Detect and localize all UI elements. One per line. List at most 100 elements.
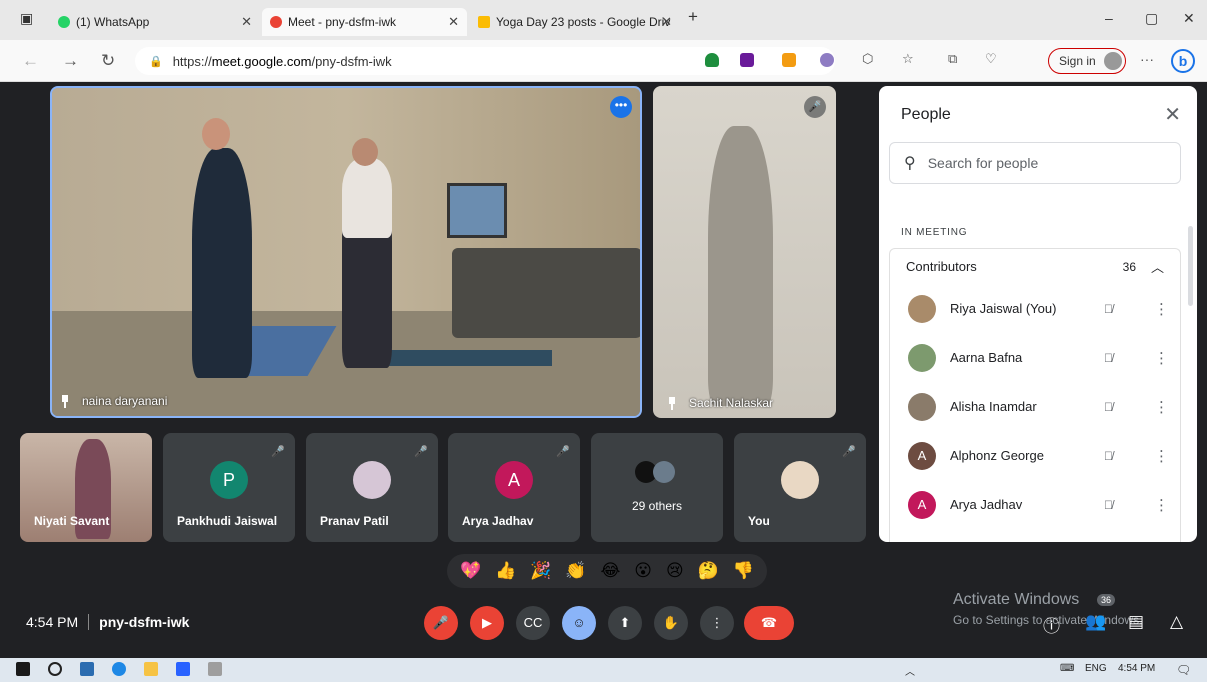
tray-chevron-icon[interactable]: ︿	[905, 663, 915, 678]
refresh-icon[interactable]: ↻	[101, 51, 115, 71]
mic-toggle-button[interactable]: 🎤	[424, 606, 458, 640]
participant-list: Riya Jaiswal (You) 🎙̸ ⋮ Aarna Bafna 🎙̸ ⋮…	[889, 284, 1181, 542]
keyboard-icon[interactable]: ⌨	[1060, 663, 1074, 674]
participant-name: Pankhudi Jaiswal	[177, 514, 278, 528]
hand-icon: ✋	[662, 615, 680, 630]
forward-icon[interactable]: →	[62, 51, 79, 71]
store-icon[interactable]	[176, 662, 190, 676]
tab-whatsapp[interactable]: (1) WhatsApp ✕	[50, 8, 260, 36]
url-input[interactable]: 🔒 https://meet.google.com/pny-dsfm-iwk	[135, 47, 835, 75]
sign-in-label: Sign in	[1059, 54, 1096, 68]
tab-meet[interactable]: Meet - pny-dsfm-iwk ✕	[262, 8, 467, 36]
google-drive-icon	[478, 16, 490, 28]
mic-off-icon: 🎙̸	[1104, 301, 1113, 316]
notifications-icon[interactable]: 🗨	[1176, 663, 1191, 677]
list-item[interactable]: A Arya Jadhav 🎙̸ ⋮	[890, 480, 1180, 529]
others-tile[interactable]: 29 others	[591, 433, 723, 542]
close-icon[interactable]: ✕	[1164, 102, 1181, 127]
back-icon[interactable]: ←	[22, 51, 39, 71]
chat-icon[interactable]: ▤	[1128, 612, 1144, 632]
close-window-button[interactable]: ✕	[1183, 10, 1195, 27]
others-count: 29 others	[631, 499, 683, 513]
favorites-icon[interactable]: ☆	[902, 51, 914, 67]
activities-icon[interactable]: △	[1170, 612, 1183, 632]
reaction-thumbs-down[interactable]: 👎	[733, 561, 754, 581]
list-item[interactable]: A Alphonz George 🎙̸ ⋮	[890, 431, 1180, 480]
participant-name: Aarna Bafna	[950, 350, 1023, 365]
chevron-up-icon[interactable]: ︿	[1151, 257, 1164, 276]
captions-button[interactable]: CC	[516, 606, 550, 640]
clock[interactable]: 4:54 PM	[1118, 663, 1155, 674]
mic-off-icon: 🎤	[556, 446, 570, 458]
list-item[interactable]: Aarna Bafna 🎙̸ ⋮	[890, 333, 1180, 382]
close-tab-icon[interactable]: ✕	[241, 14, 252, 30]
tab-actions-icon[interactable]: ▣	[20, 10, 33, 27]
edge-icon[interactable]	[112, 662, 126, 676]
present-button[interactable]: ⬆	[608, 606, 642, 640]
extension-icon[interactable]	[820, 53, 834, 67]
pin-icon[interactable]	[667, 396, 677, 410]
reaction-laugh[interactable]: 😂	[600, 561, 620, 581]
people-icon[interactable]: 👥	[1085, 612, 1106, 632]
bing-icon[interactable]: b	[1171, 49, 1195, 73]
close-tab-icon[interactable]: ✕	[661, 14, 672, 30]
sign-in-button[interactable]: Sign in	[1048, 48, 1126, 74]
more-vert-icon[interactable]: ⋮	[1154, 398, 1169, 416]
performance-icon[interactable]: ♡	[985, 51, 997, 67]
more-options-icon[interactable]: ···	[1140, 51, 1154, 67]
collections-icon[interactable]: ⧉	[948, 51, 957, 67]
thumbnail-tile[interactable]: 🎤 P Pankhudi Jaiswal	[163, 433, 295, 542]
raise-hand-button[interactable]: ✋	[654, 606, 688, 640]
avatar	[908, 294, 936, 323]
more-options-button[interactable]: ⋮	[700, 606, 734, 640]
list-item[interactable]: Alisha Inamdar 🎙̸ ⋮	[890, 382, 1180, 431]
reaction-sad[interactable]: 😢	[666, 561, 684, 581]
thumbnail-tile[interactable]: Niyati Savant	[20, 433, 152, 542]
file-explorer-icon[interactable]	[144, 662, 158, 676]
search-input[interactable]: ⚲ Search for people	[889, 142, 1181, 184]
tab-drive[interactable]: Yoga Day 23 posts - Google Driv ✕	[470, 8, 680, 36]
camera-toggle-button[interactable]: ▶	[470, 606, 504, 640]
new-tab-button[interactable]: +	[688, 7, 698, 27]
avatar: P	[210, 461, 248, 499]
side-video-tile[interactable]: 🎤 Sachit Nalaskar	[653, 86, 836, 418]
more-vert-icon[interactable]: ⋮	[1154, 300, 1169, 318]
tile-options-button[interactable]: •••	[610, 96, 632, 118]
mic-off-icon: 🎙̸	[1104, 350, 1113, 365]
contributors-header[interactable]: Contributors 36 ︿	[889, 248, 1181, 284]
shield-extension-icon[interactable]	[705, 53, 719, 67]
activate-windows-title: Activate Windows	[953, 591, 1080, 608]
search-icon[interactable]	[48, 662, 62, 676]
pin-icon[interactable]	[60, 394, 70, 408]
thumbnail-tile[interactable]: 🎤 A Arya Jadhav	[448, 433, 580, 542]
reaction-surprised[interactable]: 😮	[634, 561, 652, 581]
minimize-button[interactable]: –	[1105, 10, 1113, 26]
extension-icon[interactable]	[782, 53, 796, 67]
self-tile[interactable]: 🎤 You	[734, 433, 866, 542]
info-icon[interactable]: ⓘ	[1043, 612, 1060, 637]
avatar	[908, 392, 936, 421]
start-icon[interactable]	[16, 662, 30, 676]
list-item[interactable]: Riya Jaiswal (You) 🎙̸ ⋮	[890, 284, 1180, 333]
task-view-icon[interactable]	[80, 662, 94, 676]
close-tab-icon[interactable]: ✕	[448, 14, 459, 30]
reaction-thinking[interactable]: 🤔	[698, 561, 719, 581]
reaction-heart[interactable]: 💖	[460, 561, 481, 581]
reaction-celebrate[interactable]: 🎉	[530, 561, 551, 581]
extensions-icon[interactable]: ⬡	[862, 51, 873, 67]
thumbnail-tile[interactable]: 🎤 Pranav Patil	[306, 433, 438, 542]
app-icon[interactable]	[208, 662, 222, 676]
restore-button[interactable]: ▢	[1145, 10, 1158, 27]
more-vert-icon[interactable]: ⋮	[1154, 496, 1169, 514]
more-vert-icon[interactable]: ⋮	[1154, 447, 1169, 465]
leave-call-button[interactable]: ☎	[744, 606, 794, 640]
more-vert-icon[interactable]: ⋮	[1154, 349, 1169, 367]
reaction-thumbs-up[interactable]: 👍	[495, 561, 516, 581]
language-indicator[interactable]: ENG	[1085, 663, 1107, 674]
scrollbar[interactable]	[1188, 226, 1193, 306]
reaction-clap[interactable]: 👏	[565, 561, 586, 581]
emoji-icon: ☺	[572, 615, 586, 630]
extension-icon[interactable]	[740, 53, 754, 67]
main-video-tile[interactable]: ••• naina daryanani	[50, 86, 642, 418]
reactions-button[interactable]: ☺	[562, 606, 596, 640]
